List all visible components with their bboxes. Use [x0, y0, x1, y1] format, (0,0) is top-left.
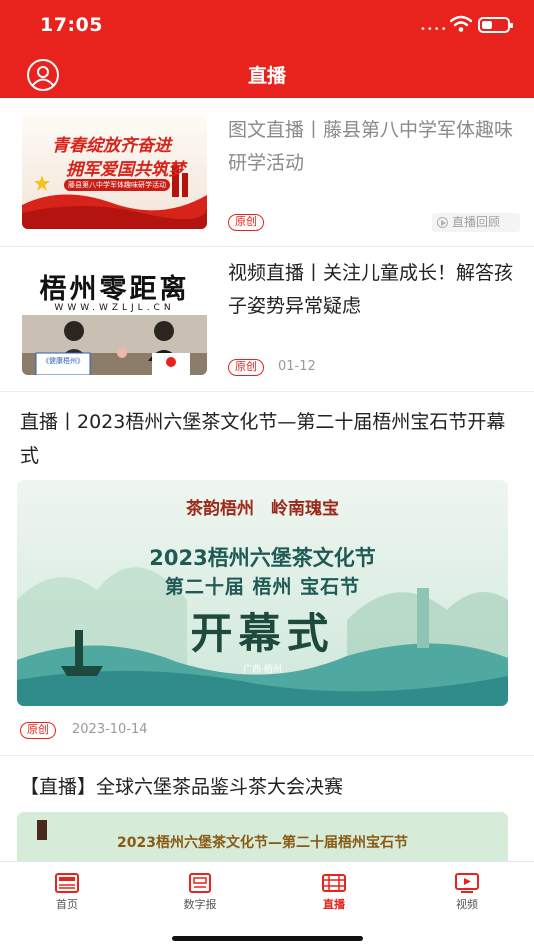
- banner-place: 广西·梧州: [243, 665, 282, 675]
- battery-icon: [478, 17, 513, 33]
- tab-home-label: 首页: [56, 898, 78, 911]
- banner-big: 开幕式: [190, 609, 335, 658]
- item-date: 2023-10-14: [72, 722, 148, 737]
- tab-video[interactable]: 视频: [427, 872, 507, 912]
- banner-line2: 第二十届 梧州 宝石节: [164, 576, 361, 598]
- item-title[interactable]: 【直播】全球六堡茶品鉴斗茶大会决赛: [20, 770, 516, 804]
- wifi-icon: [450, 15, 472, 32]
- newspaper-icon: [55, 873, 79, 893]
- app-screen: 17:05 •••• 直播 青春绽放齐奋进 拥军爱国共筑梦 藤县第八中学军体趣味…: [0, 0, 534, 950]
- original-tag: 原创: [20, 722, 56, 739]
- status-time: 17:05: [40, 14, 103, 36]
- item-thumbnail: 梧州零距离 WWW.WZLJL.CN 《健康梧州》: [22, 261, 207, 375]
- contest-banner-line: 2023梧州六堡茶文化节—第二十届梧州宝石节: [117, 835, 408, 851]
- home-indicator: [172, 936, 363, 941]
- item-title[interactable]: 视频直播丨关注儿童成长！解答孩子姿势异常疑虑: [228, 257, 518, 323]
- tab-digital-paper-label: 数字报: [183, 898, 217, 911]
- item-banner: 茶韵梧州 岭南瑰宝 2023梧州六堡茶文化节 第二十届 梧州 宝石节 开幕式 广…: [17, 480, 508, 706]
- nav-row: 直播: [0, 52, 534, 98]
- studio-url: WWW.WZLJL.CN: [54, 303, 175, 313]
- poster-caption: 藤县第八中学军体趣味研学活动: [64, 179, 170, 191]
- banner-line1: 2023梧州六堡茶文化节: [149, 546, 376, 570]
- item-date: 01-12: [278, 359, 316, 374]
- page-title: 直播: [247, 65, 286, 87]
- tab-home[interactable]: 首页: [27, 872, 107, 912]
- banner-slogan: 茶韵梧州 岭南瑰宝: [186, 499, 339, 519]
- poster-line2: 拥军爱国共筑梦: [66, 160, 185, 180]
- replay-badge[interactable]: 直播回顾: [432, 213, 520, 232]
- tab-live[interactable]: 直播: [294, 872, 374, 912]
- item-thumbnail: 青春绽放齐奋进 拥军爱国共筑梦 藤县第八中学军体趣味研学活动: [22, 115, 207, 229]
- status-bar: 17:05 ••••: [0, 0, 534, 52]
- header-bar: 17:05 •••• 直播: [0, 0, 534, 98]
- signal-icon: ••••: [420, 24, 448, 35]
- studio-desk-sign: 《健康梧州》: [42, 357, 84, 365]
- live-feed[interactable]: 青春绽放齐奋进 拥军爱国共筑梦 藤县第八中学军体趣味研学活动 图文直播丨藤县第八…: [0, 98, 534, 861]
- list-item[interactable]: 青春绽放齐奋进 拥军爱国共筑梦 藤县第八中学军体趣味研学活动 图文直播丨藤县第八…: [0, 98, 534, 247]
- studio-headline: 梧州零距离: [39, 274, 190, 305]
- play-circle-icon: [437, 217, 448, 228]
- digital-paper-icon: [189, 873, 211, 893]
- tab-video-label: 视频: [456, 898, 478, 911]
- tab-digital-paper[interactable]: 数字报: [160, 872, 240, 912]
- list-item[interactable]: 梧州零距离 WWW.WZLJL.CN 《健康梧州》 视频直播丨关注儿童成长！解答…: [0, 247, 534, 392]
- item-banner: 2023梧州六堡茶文化节—第二十届梧州宝石节: [17, 812, 508, 861]
- poster-line1: 青春绽放齐奋进: [52, 136, 171, 156]
- video-play-icon: [455, 873, 479, 893]
- replay-label: 直播回顾: [452, 215, 501, 229]
- item-title[interactable]: 直播丨2023梧州六堡茶文化节—第二十届梧州宝石节开幕式: [20, 405, 516, 473]
- original-tag: 原创: [228, 359, 264, 376]
- list-item[interactable]: 直播丨2023梧州六堡茶文化节—第二十届梧州宝石节开幕式 茶韵梧州 岭南瑰宝 2…: [0, 392, 534, 756]
- tab-live-label: 直播: [323, 898, 345, 911]
- live-film-icon: [322, 874, 346, 892]
- list-item[interactable]: 【直播】全球六堡茶品鉴斗茶大会决赛 2023梧州六堡茶文化节—第二十届梧州宝石节: [0, 756, 534, 861]
- item-title[interactable]: 图文直播丨藤县第八中学军体趣味研学活动: [228, 114, 518, 180]
- original-tag: 原创: [228, 214, 264, 231]
